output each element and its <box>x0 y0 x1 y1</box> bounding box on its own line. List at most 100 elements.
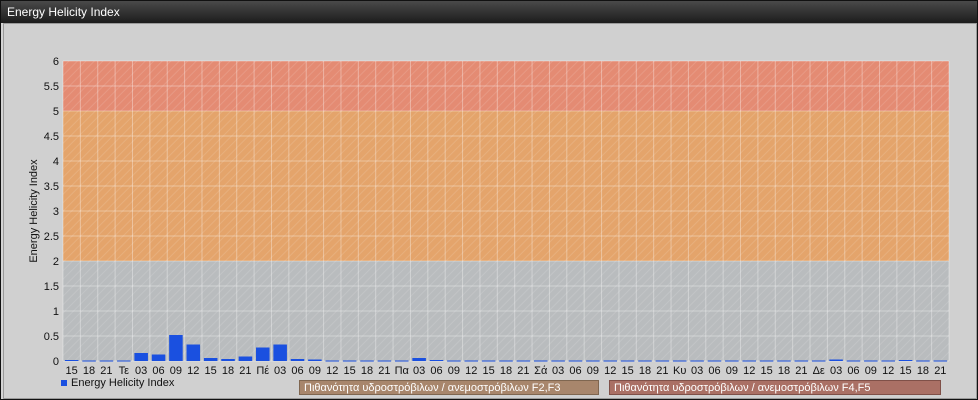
bar-2 <box>99 360 114 362</box>
bar-24 <box>481 360 496 362</box>
energy-helicity-chart: 0 0.5 1 1.5 2 2.5 3 3.5 4 4.5 5 5.5 6 15 18 21 Τε 03 06 09… <box>28 56 950 377</box>
x-tick-label: 06 <box>847 365 859 377</box>
x-tick-label: 21 <box>795 365 807 377</box>
y-tick-label: 6 <box>53 56 59 68</box>
bar-6 <box>169 335 183 361</box>
x-tick-label: 03 <box>830 365 842 377</box>
bar-14 <box>308 359 322 361</box>
bar-8 <box>203 358 218 361</box>
bar-5 <box>151 354 166 361</box>
x-tick-label: Πέ <box>256 365 269 377</box>
x-tick-label: 18 <box>639 365 651 377</box>
series-swatch <box>61 380 67 387</box>
bar-9 <box>221 359 235 361</box>
x-tick-label: 03 <box>413 365 425 377</box>
bar-32 <box>620 360 635 362</box>
legend-series-label: Energy Helicity Index <box>71 377 175 389</box>
x-tick-label: 03 <box>135 365 147 377</box>
x-tick-label: 15 <box>899 365 911 377</box>
x-tick-label: 18 <box>361 365 373 377</box>
x-tick-label: 06 <box>569 365 581 377</box>
bar-33 <box>638 360 652 362</box>
y-tick-label: 3.5 <box>44 181 59 193</box>
x-tick-label: 18 <box>83 365 95 377</box>
chart-window: Energy Helicity Index 0 0.5 1 1.5 2 2.5 3 3.5 4 4… <box>0 0 978 400</box>
bar-40 <box>759 360 774 362</box>
x-tick-label: 15 <box>205 365 217 377</box>
x-tick-label: Πα <box>395 365 410 377</box>
bar-34 <box>655 360 670 362</box>
bar-22 <box>447 360 461 362</box>
bar-47 <box>881 360 895 362</box>
x-tick-label: 12 <box>743 365 755 377</box>
x-tick-label: Κυ <box>673 365 686 377</box>
x-tick-label: 09 <box>309 365 321 377</box>
x-tick-label: 21 <box>378 365 390 377</box>
y-tick-label: 2 <box>53 256 59 268</box>
bar-37 <box>707 360 722 362</box>
bar-21 <box>429 360 444 361</box>
bar-29 <box>568 360 583 362</box>
y-tick-label: 1.5 <box>44 281 59 293</box>
y-tick-label: 4.5 <box>44 131 59 143</box>
y-tick-label: 3 <box>53 206 59 218</box>
bar-16 <box>342 360 357 362</box>
bar-10 <box>238 356 253 361</box>
bar-42 <box>794 360 809 362</box>
bar-15 <box>325 360 340 362</box>
y-tick-label: 5.5 <box>44 81 59 93</box>
bar-18 <box>377 360 392 362</box>
y-tick-label: 4 <box>53 156 59 168</box>
bar-23 <box>464 360 479 362</box>
bar-0 <box>64 360 79 361</box>
y-tick-label: 5 <box>53 106 59 118</box>
x-tick-label: 06 <box>152 365 164 377</box>
bar-20 <box>412 358 426 361</box>
y-tick-label: 0 <box>53 356 59 368</box>
x-tick-label: 06 <box>291 365 303 377</box>
x-tick-label: 06 <box>430 365 442 377</box>
bar-48 <box>898 360 913 361</box>
x-tick-label: 12 <box>326 365 338 377</box>
x-tick-label: 12 <box>187 365 199 377</box>
x-tick-label: 03 <box>691 365 703 377</box>
x-tick-label: 21 <box>517 365 529 377</box>
x-tick-label: 09 <box>726 365 738 377</box>
y-axis-label: Energy Helicity Index <box>28 159 40 263</box>
bar-43 <box>811 360 826 362</box>
bar-41 <box>777 360 791 362</box>
y-tick-label: 1 <box>53 306 59 318</box>
x-tick-label: Τε <box>119 365 130 377</box>
x-tick-label: Σά <box>534 365 548 377</box>
bar-35 <box>672 360 687 362</box>
x-tick-label: 12 <box>465 365 477 377</box>
bar-11 <box>256 347 270 361</box>
bar-25 <box>499 360 513 362</box>
x-tick-label: 18 <box>222 365 234 377</box>
x-tick-label: 09 <box>587 365 599 377</box>
x-tick-label: 03 <box>274 365 286 377</box>
bar-27 <box>533 360 548 362</box>
bar-19 <box>394 360 409 362</box>
bar-44 <box>829 359 843 361</box>
bar-36 <box>690 360 704 362</box>
x-tick-label: 21 <box>934 365 946 377</box>
bar-30 <box>586 360 600 362</box>
x-tick-label: 18 <box>778 365 790 377</box>
x-tick-label: 21 <box>100 365 112 377</box>
bar-17 <box>360 360 374 362</box>
bar-38 <box>725 360 739 362</box>
bar-7 <box>186 344 201 361</box>
x-tick-label: 15 <box>66 365 78 377</box>
x-tick-label: 21 <box>239 365 251 377</box>
legend-band-f2f3: Πιθανότητα υδροστρόβιλων / ανεμοστρόβιλω… <box>299 380 599 395</box>
bar-3 <box>117 360 131 362</box>
bar-46 <box>864 360 878 362</box>
bar-49 <box>916 360 930 362</box>
bar-26 <box>516 360 531 362</box>
bar-13 <box>290 359 305 361</box>
x-tick-label: 09 <box>865 365 877 377</box>
x-tick-label: 12 <box>604 365 616 377</box>
x-tick-label: 18 <box>917 365 929 377</box>
bar-4 <box>134 353 148 361</box>
